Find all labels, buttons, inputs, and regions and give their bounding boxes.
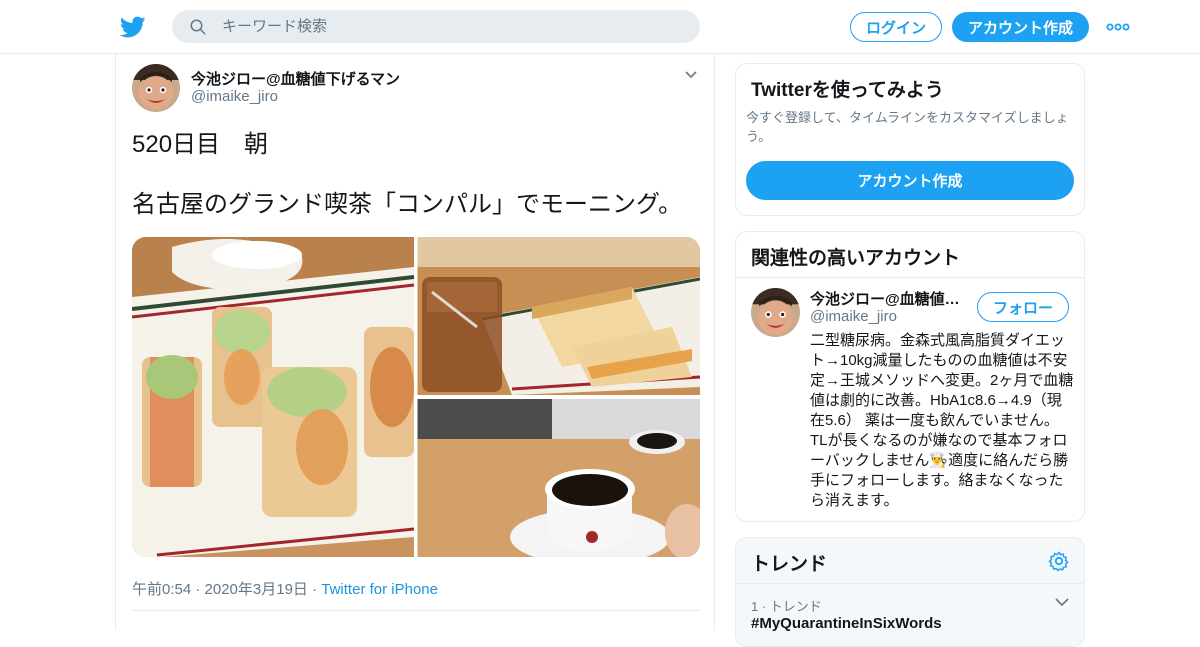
twitter-bird-icon[interactable] (120, 14, 146, 40)
author-avatar[interactable] (132, 64, 180, 112)
tweet-media-grid[interactable] (132, 237, 700, 557)
divider (132, 610, 700, 611)
relevant-accounts-title: 関連性の高いアカウント (751, 248, 961, 269)
divider (736, 277, 1084, 278)
tweet-timestamp[interactable]: 午前0:54 · 2020年3月19日 (132, 581, 308, 598)
search-box[interactable] (172, 10, 700, 43)
signup-card: Twitterを使ってみよう 今すぐ登録して、タイムラインをカスタマイズしましょ… (735, 63, 1085, 216)
gear-icon[interactable] (1048, 550, 1070, 572)
tweet-photo-sandwiches[interactable] (132, 237, 415, 557)
account-handle[interactable]: @imaike_jiro (810, 308, 897, 325)
tweet-source-link[interactable]: Twitter for iPhone (321, 581, 438, 598)
tweet-text-line: 名古屋のグランド喫茶「コンパル」でモーニング。 (132, 191, 683, 218)
tweet-photo-toast[interactable] (417, 237, 700, 395)
signup-card-title: Twitterを使ってみよう (751, 80, 944, 101)
author-handle[interactable]: @imaike_jiro (191, 88, 278, 105)
relevant-accounts-card: 関連性の高いアカウント 今池ジロー@血糖値下げるマン @imaike_jiro … (735, 231, 1085, 522)
trends-title: トレンド (751, 554, 828, 575)
trend-item[interactable]: #MyQuarantineInSixWords (751, 615, 942, 632)
more-dots-icon[interactable] (1106, 20, 1130, 34)
tweet-column: 今池ジロー@血糖値下げるマン @imaike_jiro 520日目 朝 名古屋の… (115, 54, 715, 630)
follow-button[interactable]: フォロー (977, 292, 1069, 322)
account-avatar[interactable] (751, 288, 800, 337)
account-bio: 二型糖尿病。金森式風高脂質ダイエット→10kg減量したものの血糖値は不安定→王城… (810, 332, 1074, 509)
search-icon (190, 19, 206, 35)
author-name[interactable]: 今池ジロー@血糖値下げるマン (191, 68, 400, 89)
account-name[interactable]: 今池ジロー@血糖値下げるマン (810, 288, 970, 309)
tweet-metadata: 午前0:54 · 2020年3月19日 · Twitter for iPhone (132, 578, 438, 599)
trends-card: トレンド 1 · トレンド #MyQuarantineInSixWords (735, 537, 1085, 647)
chevron-down-icon[interactable] (684, 68, 698, 82)
chevron-down-icon[interactable] (1054, 596, 1070, 608)
search-input[interactable] (222, 10, 682, 43)
top-navigation-bar: ログイン アカウント作成 (0, 0, 1200, 54)
signup-button[interactable]: アカウント作成 (952, 12, 1089, 42)
divider (736, 583, 1084, 584)
signup-card-description: 今すぐ登録して、タイムラインをカスタマイズしましょう。 (746, 110, 1069, 144)
signup-card-button[interactable]: アカウント作成 (746, 161, 1074, 200)
trend-rank: 1 · トレンド (751, 599, 822, 614)
tweet-photo-coffee[interactable] (417, 399, 700, 557)
login-button[interactable]: ログイン (850, 12, 942, 42)
tweet-text-line: 520日目 朝 (132, 131, 269, 158)
meta-separator: · (312, 581, 318, 598)
